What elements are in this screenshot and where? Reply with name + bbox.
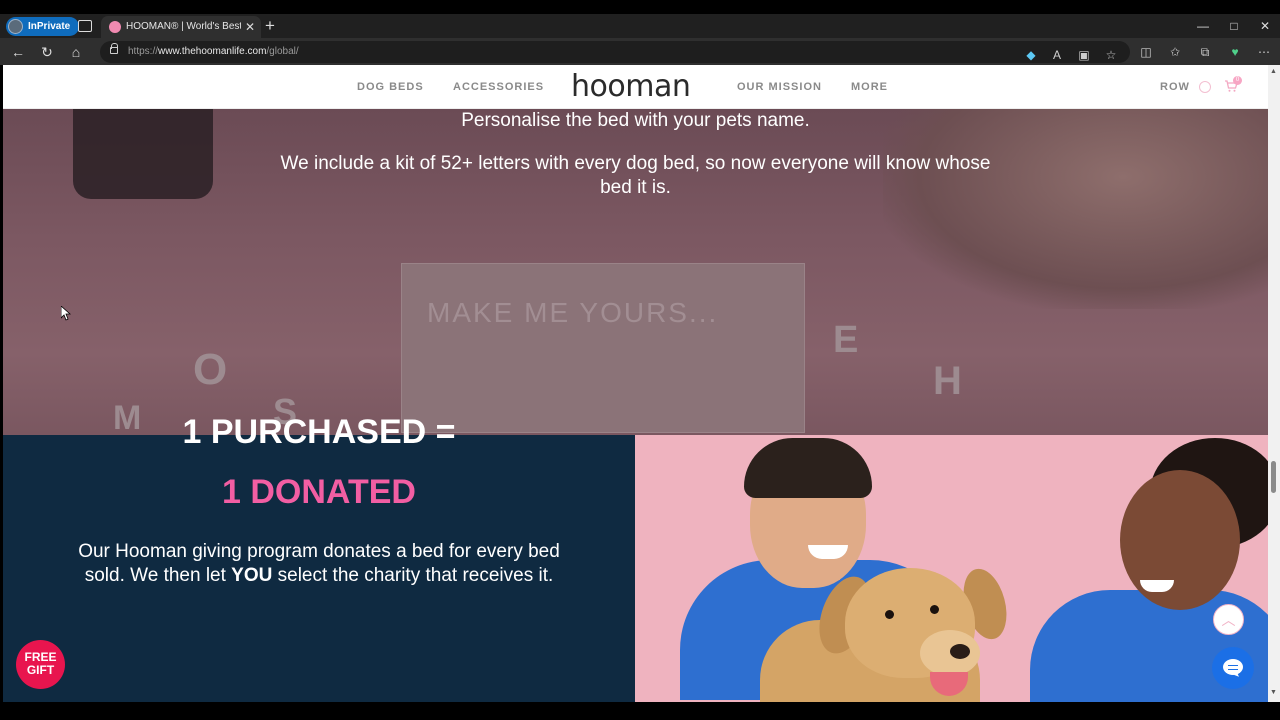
chat-lines-icon: [1228, 665, 1238, 670]
profile-avatar-icon: [8, 19, 23, 34]
promo-body: Our Hooman giving program donates a bed …: [78, 541, 560, 586]
shopping-tag-icon[interactable]: ◆: [1021, 45, 1041, 65]
free-gift-label-2: GIFT: [26, 663, 55, 677]
chat-launcher-button[interactable]: [1212, 647, 1254, 689]
inprivate-badge[interactable]: InPrivate: [6, 17, 80, 36]
browser-toolbar: ← ↻ ⌂ https://www.thehoomanlife.com/glob…: [0, 38, 1280, 65]
minimize-button[interactable]: —: [1188, 17, 1218, 35]
letter-tile-image: E: [833, 319, 859, 361]
account-icon[interactable]: [1199, 81, 1211, 93]
region-selector[interactable]: ROW: [1160, 65, 1190, 109]
dog-eye-image: [885, 610, 894, 619]
collections-icon[interactable]: ⧉: [1195, 42, 1215, 62]
page-scrollbar[interactable]: ▲ ▼: [1268, 65, 1280, 702]
close-window-button[interactable]: ✕: [1250, 17, 1280, 35]
bottom-strip: [0, 702, 1280, 720]
scrollbar-thumb[interactable]: [1271, 461, 1276, 493]
hero-text-line-2: bed it is.: [600, 177, 671, 198]
letter-tile-image: O: [193, 345, 228, 394]
nav-more[interactable]: MORE: [851, 65, 888, 109]
new-tab-icon[interactable]: +: [265, 16, 275, 36]
more-menu-icon[interactable]: ⋯: [1254, 42, 1274, 62]
site-header: DOG BEDS ACCESSORIES hooman OUR MISSION …: [3, 65, 1268, 109]
nav-dog-beds[interactable]: DOG BEDS: [357, 65, 424, 109]
cart-count-badge: 0: [1233, 76, 1242, 85]
favorite-star-icon[interactable]: ☆: [1101, 45, 1121, 65]
tab-title: HOOMAN® | World's Best Human: [126, 21, 241, 32]
nav-our-mission[interactable]: OUR MISSION: [737, 65, 822, 109]
browser-essentials-icon[interactable]: ♥: [1225, 42, 1245, 62]
hero-hand-image: [883, 109, 1268, 309]
hero-heading: Personalise the bed with your pets name.: [461, 110, 810, 131]
free-gift-button[interactable]: FREE GIFT: [16, 640, 65, 689]
hero-card-text: MAKE ME YOURS...: [427, 297, 719, 328]
scroll-up-arrow-icon[interactable]: ▲: [1270, 68, 1277, 75]
tab-actions-icon[interactable]: [78, 20, 92, 32]
favicon-icon: [109, 21, 121, 33]
promo-heading-2: 1 DONATED: [222, 473, 416, 511]
split-screen-icon[interactable]: ◫: [1136, 42, 1156, 62]
scroll-to-top-button[interactable]: ︿: [1213, 604, 1244, 635]
nav-accessories[interactable]: ACCESSORIES: [453, 65, 544, 109]
url-text: https://www.thehoomanlife.com/global/: [128, 46, 299, 57]
hero-text-line-1: We include a kit of 52+ letters with eve…: [280, 153, 991, 174]
hero-card-image: [401, 263, 805, 433]
person-1-hair-image: [744, 438, 872, 498]
dog-eye-image: [930, 605, 939, 614]
lock-icon: [110, 43, 118, 54]
chevron-up-icon: ︿: [1221, 612, 1236, 628]
address-bar[interactable]: https://www.thehoomanlife.com/global/ ◆ …: [100, 41, 1130, 63]
hero-section: MAKE ME YOURS... O M S E H Personalise t…: [3, 109, 1268, 435]
home-icon[interactable]: ⌂: [65, 42, 87, 62]
inprivate-label: InPrivate: [28, 21, 71, 32]
immersive-reader-icon[interactable]: ▣: [1074, 45, 1094, 65]
promo-heading-1: 1 PURCHASED =: [182, 413, 456, 451]
read-aloud-icon[interactable]: A: [1047, 45, 1067, 65]
mouse-cursor-icon: [61, 306, 71, 321]
scroll-down-arrow-icon[interactable]: ▼: [1270, 689, 1277, 696]
browser-tab[interactable]: HOOMAN® | World's Best Human ✕: [101, 16, 261, 38]
letter-tile-image: H: [933, 359, 962, 403]
top-strip: [0, 0, 1280, 14]
close-tab-icon[interactable]: ✕: [245, 16, 255, 38]
dog-nose-image: [950, 644, 970, 659]
person-2-face-image: [1120, 470, 1240, 610]
browser-titlebar: InPrivate HOOMAN® | World's Best Human ✕…: [0, 0, 1280, 38]
back-icon[interactable]: ←: [7, 42, 29, 62]
maximize-button[interactable]: □: [1219, 17, 1249, 35]
favorites-icon[interactable]: ✩: [1165, 42, 1185, 62]
site-logo[interactable]: hooman: [571, 69, 691, 105]
refresh-icon[interactable]: ↻: [36, 42, 58, 62]
